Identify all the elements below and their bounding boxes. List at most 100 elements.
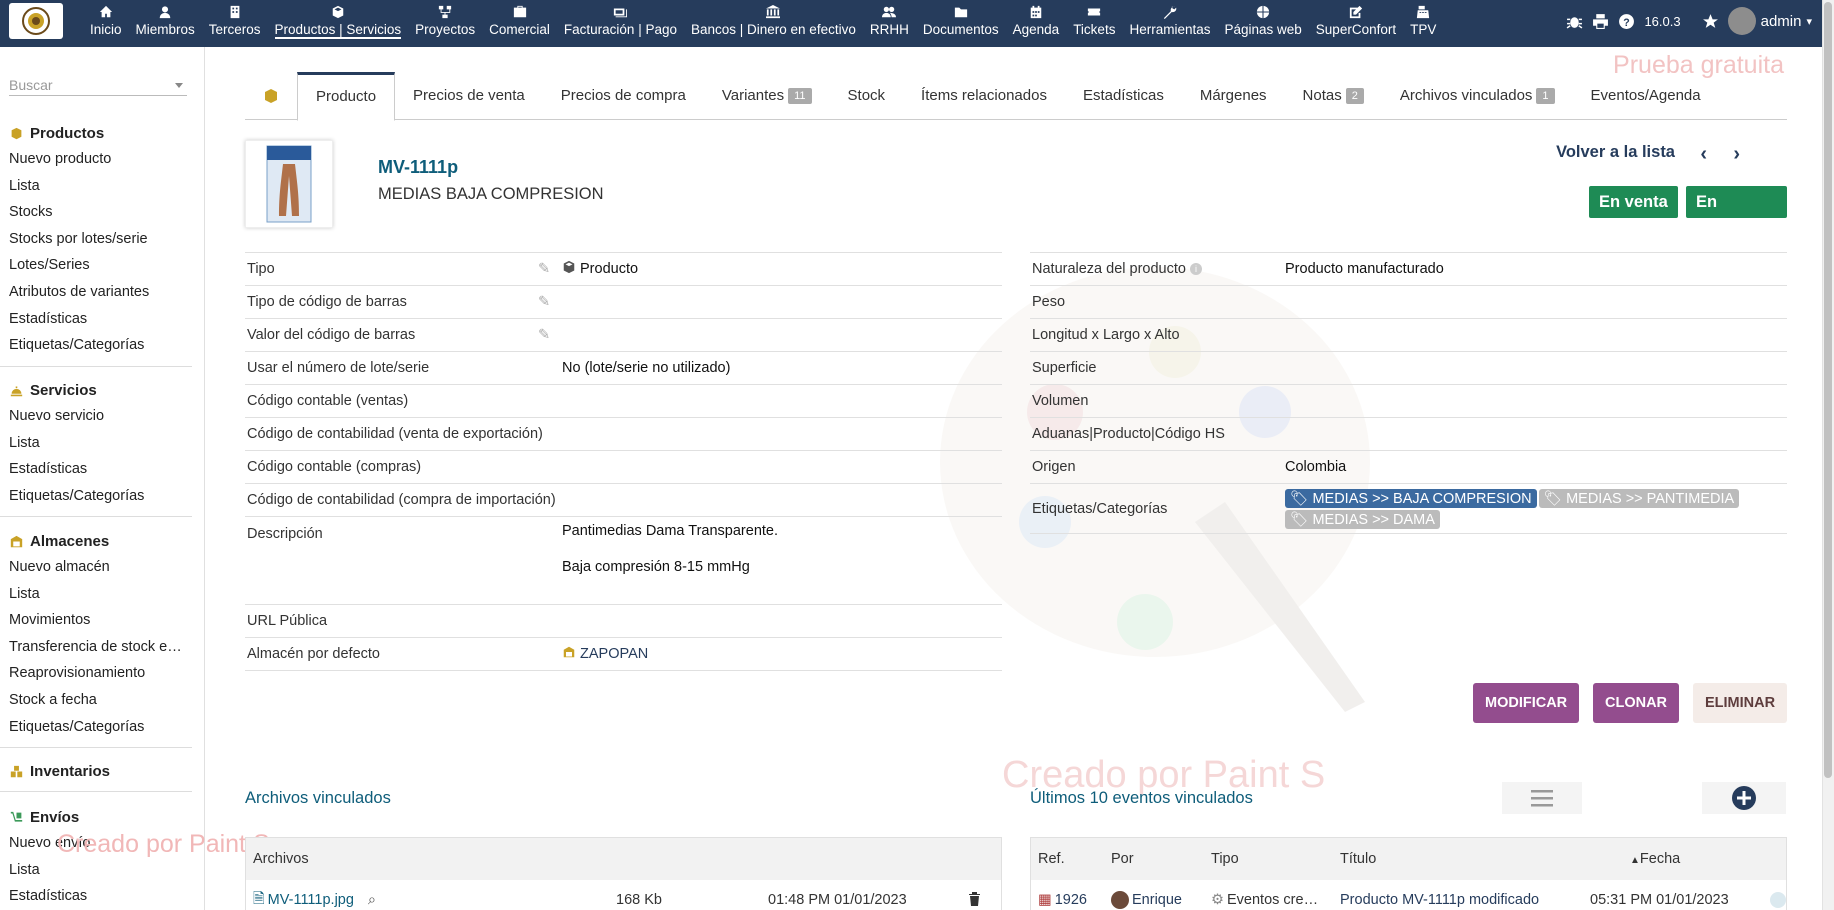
menu-head-productos[interactable]: Productos <box>0 120 192 146</box>
category-tag[interactable]: 🏷 MEDIAS >> PANTIMEDIA <box>1538 488 1740 508</box>
tab-eventos-agenda[interactable]: Eventos/Agenda <box>1573 72 1719 119</box>
tab-variantes[interactable]: Variantes 11 <box>704 72 830 119</box>
menu-head-envios[interactable]: Envíos <box>0 804 192 830</box>
tab-precios-compra[interactable]: Precios de compra <box>543 72 704 119</box>
folder-icon <box>954 7 967 18</box>
nav-agenda[interactable]: Agenda <box>1006 0 1067 47</box>
menu-item[interactable]: Estadísticas <box>0 306 192 333</box>
field-row: Código de contabilidad (venta de exporta… <box>245 418 1002 451</box>
status-badge-sell[interactable]: En venta <box>1589 186 1678 218</box>
back-to-list-link[interactable]: Volver a la lista <box>1556 143 1675 162</box>
menu-item[interactable]: Lotes/Series <box>0 252 192 279</box>
edit-icon <box>1349 5 1363 19</box>
menu-item[interactable]: Estadísticas <box>0 456 192 483</box>
category-tag[interactable]: 🏷 MEDIAS >> BAJA COMPRESION <box>1285 488 1537 508</box>
scrollbar-thumb[interactable] <box>1824 2 1832 778</box>
nav-herramientas[interactable]: Herramientas <box>1122 0 1217 47</box>
field-label: Naturaleza del producto <box>1032 261 1186 277</box>
count-badge: 2 <box>1345 88 1364 105</box>
page-scrollbar[interactable] <box>1822 0 1834 910</box>
tab-producto[interactable]: Producto <box>297 72 396 121</box>
pencil-icon[interactable]: ✎ <box>538 261 552 277</box>
menu-item[interactable]: Stocks por lotes/serie <box>0 226 192 253</box>
bookmark-star-icon[interactable] <box>1702 13 1719 30</box>
prev-record-icon[interactable]: ‹ <box>1700 143 1707 166</box>
nav-proyectos[interactable]: Proyectos <box>408 0 482 47</box>
pencil-icon[interactable]: ✎ <box>538 327 552 343</box>
tab-estadisticas[interactable]: Estadísticas <box>1065 72 1182 119</box>
menu-item[interactable]: Etiquetas/Categorías <box>0 483 192 510</box>
menu-item[interactable]: Nuevo almacén <box>0 554 192 581</box>
tab-items-relacionados[interactable]: Ítems relacionados <box>903 72 1065 119</box>
nav-facturacion[interactable]: Facturación | Pago <box>557 0 684 47</box>
menu-item[interactable]: Estadísticas <box>0 883 192 910</box>
file-link[interactable]: MV-1111p.jpg <box>268 892 354 908</box>
nav-miembros[interactable]: Miembros <box>129 0 202 47</box>
menu-item[interactable]: Etiquetas/Categorías <box>0 714 192 741</box>
menu-head-inventarios[interactable]: Inventarios <box>0 758 192 784</box>
nav-documentos[interactable]: Documentos <box>916 0 1006 47</box>
nav-paginas-web[interactable]: Páginas web <box>1217 0 1308 47</box>
nav-rrhh[interactable]: RRHH <box>863 0 916 47</box>
clone-button[interactable]: CLONAR <box>1593 683 1680 723</box>
menu-item[interactable]: Atributos de variantes <box>0 279 192 306</box>
tab-label: Márgenes <box>1199 87 1267 104</box>
status-badge-buy[interactable]: En compra <box>1686 186 1787 243</box>
category-tag[interactable]: 🏷 MEDIAS >> DAMA <box>1285 509 1440 529</box>
delete-button[interactable]: ELIMINAR <box>1693 683 1788 723</box>
info-icon[interactable]: i <box>1190 263 1202 276</box>
nav-tickets[interactable]: Tickets <box>1066 0 1122 47</box>
add-event-button[interactable] <box>1702 782 1786 814</box>
event-title-link[interactable]: Producto MV-1111p modificado <box>1340 892 1590 908</box>
tab-notas[interactable]: Notas 2 <box>1285 72 1382 119</box>
menu-item[interactable]: Nuevo producto <box>0 146 192 173</box>
product-ref: MV-1111p <box>378 157 459 177</box>
menu-item[interactable]: Reaprovisionamiento <box>0 660 192 687</box>
menu-head-almacenes[interactable]: Almacenes <box>0 528 192 554</box>
warehouse-icon <box>562 646 576 662</box>
tab-margenes[interactable]: Márgenes <box>1182 72 1285 119</box>
tab-precios-venta[interactable]: Precios de venta <box>395 72 543 119</box>
nav-productos-servicios[interactable]: Productos | Servicios <box>268 0 409 47</box>
menu-item[interactable]: Lista <box>0 430 192 457</box>
modify-button[interactable]: MODIFICAR <box>1473 683 1580 723</box>
help-icon[interactable]: ? <box>1618 13 1635 30</box>
company-logo[interactable] <box>9 3 63 39</box>
nav-tpv[interactable]: TPV <box>1403 0 1443 47</box>
warehouse-link[interactable]: ZAPOPAN <box>580 646 648 662</box>
search-select[interactable]: Buscar <box>9 74 187 96</box>
user-menu[interactable]: admin ▾ <box>1727 7 1812 35</box>
menu-item[interactable]: Stocks <box>0 199 192 226</box>
version-label: 16.0.3 <box>1644 13 1681 29</box>
list-view-button[interactable] <box>1502 782 1582 814</box>
tab-stock[interactable]: Stock <box>830 72 904 119</box>
nav-bancos[interactable]: Bancos | Dinero en efectivo <box>684 0 863 47</box>
print-icon[interactable] <box>1592 13 1609 30</box>
menu-item[interactable]: Transferencia de stock e… <box>0 634 192 661</box>
user-link[interactable]: Enrique <box>1132 892 1182 908</box>
field-value: Producto <box>580 261 639 277</box>
menu-item[interactable]: Movimientos <box>0 607 192 634</box>
nav-inicio[interactable]: Inicio <box>83 0 129 47</box>
next-record-icon[interactable]: › <box>1733 143 1740 166</box>
linked-events-title: Últimos 10 eventos vinculados <box>1030 789 1253 807</box>
zoom-icon[interactable]: ⌕ <box>368 892 376 908</box>
nav-superconfort[interactable]: SuperConfort <box>1309 0 1403 47</box>
menu-item[interactable]: Nuevo servicio <box>0 403 192 430</box>
tab-archivos-vinculados[interactable]: Archivos vinculados 1 <box>1382 72 1573 119</box>
menu-item[interactable]: Lista <box>0 173 192 200</box>
table-header: Ref. Por Tipo Título ▲Fecha <box>1031 838 1786 880</box>
sort-header-fecha[interactable]: ▲Fecha <box>1630 851 1680 867</box>
menu-item[interactable]: Lista <box>0 581 192 608</box>
product-photo[interactable] <box>245 140 333 228</box>
pencil-icon[interactable]: ✎ <box>538 294 552 310</box>
menu-head-servicios[interactable]: Servicios <box>0 377 192 403</box>
nav-comercial[interactable]: Comercial <box>482 0 557 47</box>
trash-icon[interactable] <box>968 891 981 910</box>
nav-terceros[interactable]: Terceros <box>202 0 268 47</box>
menu-item[interactable]: Stock a fecha <box>0 687 192 714</box>
event-ref-link[interactable]: 1926 <box>1055 892 1087 908</box>
menu-item[interactable]: Etiquetas/Categorías <box>0 332 192 359</box>
menu-item[interactable]: Lista <box>0 857 192 884</box>
bug-icon[interactable] <box>1566 13 1583 30</box>
